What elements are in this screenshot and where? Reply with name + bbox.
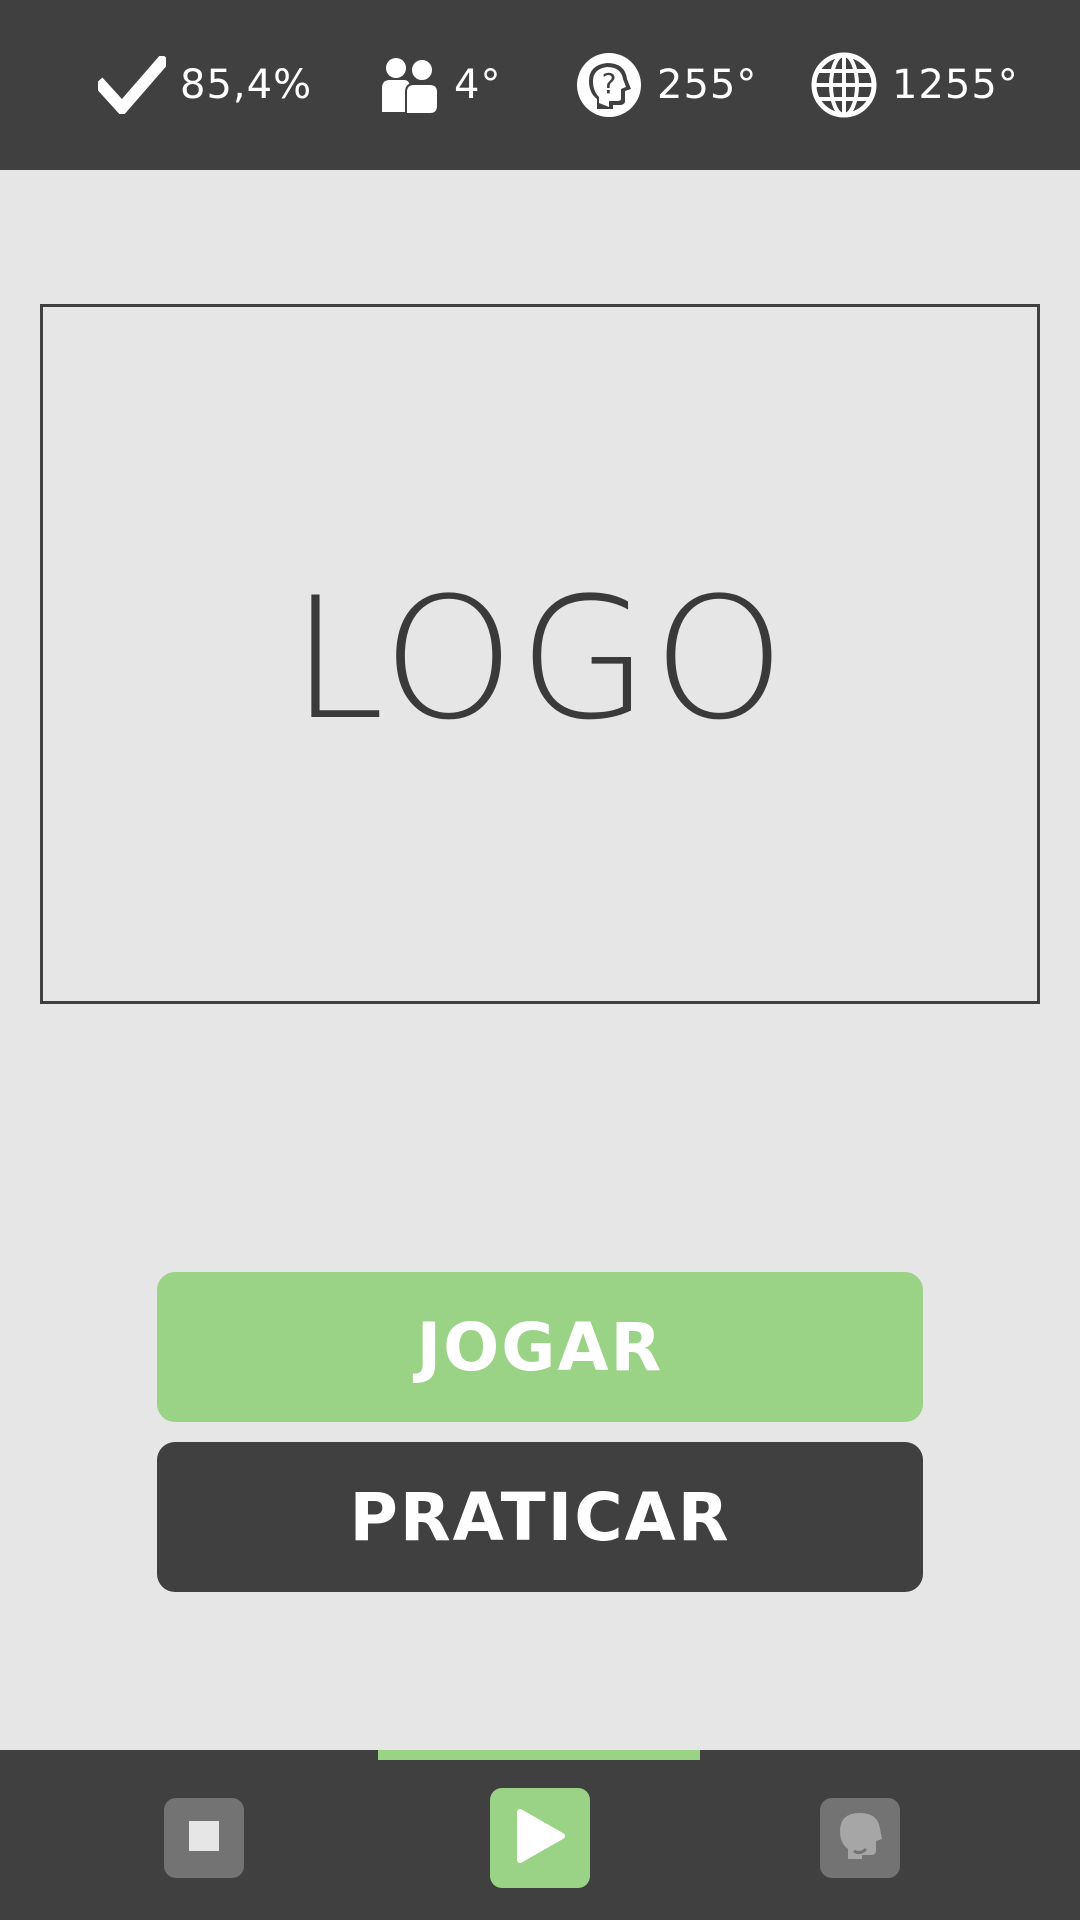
brain-question-icon: ? — [575, 51, 643, 119]
nav-play-button[interactable] — [490, 1788, 590, 1888]
checkmark-icon — [98, 56, 166, 114]
bottom-nav — [0, 1750, 1080, 1920]
stat-global: 1255° — [810, 0, 1019, 170]
practice-button[interactable]: PRATICAR — [157, 1442, 923, 1592]
logo-placeholder: LOGO — [40, 304, 1040, 1004]
stat-brain: ? 255° — [575, 0, 757, 170]
nav-head-button[interactable] — [820, 1798, 900, 1878]
play-button[interactable]: JOGAR — [157, 1272, 923, 1422]
app-screen: 85,4% 4° ? 255° 1255° LOGO JOGAR PRATICA… — [0, 0, 1080, 1920]
head-icon — [838, 1811, 882, 1865]
players-value: 4° — [454, 62, 502, 108]
logo-text: LOGO — [290, 561, 790, 757]
global-value: 1255° — [892, 62, 1019, 108]
svg-text:?: ? — [602, 67, 617, 100]
globe-icon — [810, 51, 878, 119]
active-tab-indicator — [378, 1750, 700, 1760]
stop-icon — [189, 1821, 219, 1855]
stats-bar: 85,4% 4° ? 255° 1255° — [0, 0, 1080, 170]
nav-stop-button[interactable] — [164, 1798, 244, 1878]
users-icon — [378, 54, 440, 116]
stat-players: 4° — [378, 0, 501, 170]
play-icon — [514, 1808, 566, 1868]
stat-accuracy: 85,4% — [98, 0, 312, 170]
accuracy-value: 85,4% — [180, 62, 313, 108]
brain-value: 255° — [657, 62, 758, 108]
